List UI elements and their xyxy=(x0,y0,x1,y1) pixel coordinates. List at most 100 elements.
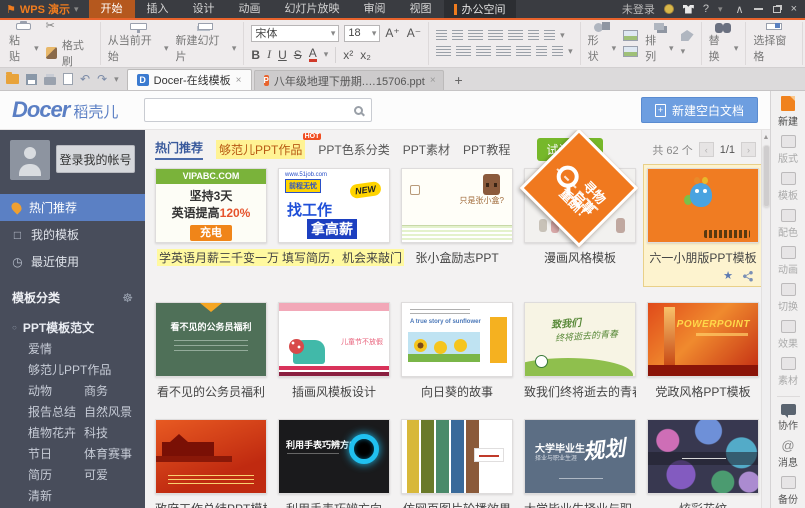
category-item[interactable]: 爱情 xyxy=(28,339,141,360)
template-card[interactable]: 利用手表巧辨方向 利用手表巧辨方向 xyxy=(278,419,390,508)
tab-presentation[interactable]: P 八年级地理下册期.…15706.ppt × xyxy=(254,70,444,90)
category-item[interactable]: 动物 xyxy=(28,381,84,402)
category-item[interactable]: 商务 xyxy=(84,381,140,402)
template-thumbnail[interactable] xyxy=(647,168,759,243)
scrollbar-thumb[interactable] xyxy=(763,145,770,207)
category-item[interactable]: 报告总结 xyxy=(28,402,84,423)
sidebar-item-my-templates[interactable]: □ 我的模板 xyxy=(0,221,145,248)
recharge-button[interactable]: 充电 xyxy=(190,225,232,241)
rightbar-item-template[interactable]: 模板 xyxy=(771,172,805,202)
scroll-up-icon[interactable]: ▲ xyxy=(762,130,770,144)
columns-icon[interactable] xyxy=(528,30,539,41)
filter-tab-tutorial[interactable]: PPT教程 xyxy=(463,141,510,158)
template-thumbnail[interactable] xyxy=(401,419,513,494)
selection-pane-button[interactable]: 选择窗格 xyxy=(753,23,795,64)
template-thumbnail[interactable]: 看不见的公务员福利 xyxy=(155,302,267,377)
rightbar-item-material[interactable]: 素材 xyxy=(771,357,805,387)
menu-view[interactable]: 视图 xyxy=(398,0,444,18)
shapes-button[interactable]: 形状▾ xyxy=(588,23,616,64)
rightbar-item-layout[interactable]: 版式 xyxy=(771,135,805,165)
close-icon[interactable]: × xyxy=(791,3,797,15)
subscript-button[interactable]: x₂ xyxy=(360,48,371,62)
bullet-list-icon[interactable] xyxy=(436,30,447,41)
font-name-select[interactable]: 宋体▾ xyxy=(251,25,339,42)
align-left-icon[interactable] xyxy=(436,46,451,57)
quickbar-dropdown-icon[interactable]: ▾ xyxy=(114,74,119,85)
underline-button[interactable]: U xyxy=(278,48,287,62)
new-slide-button[interactable]: 新建幻灯片▾ xyxy=(176,23,237,64)
menu-slideshow[interactable]: 幻灯片放映 xyxy=(273,0,352,18)
app-logo[interactable]: ⚑ WPS 演示 ▾ xyxy=(0,1,89,17)
save-icon[interactable] xyxy=(26,74,37,85)
rightbar-item-collaborate[interactable]: 协作 xyxy=(771,404,805,432)
template-thumbnail[interactable]: 大学毕业生 择业与职业生涯 规划 xyxy=(524,419,636,494)
strikethrough-button[interactable]: S xyxy=(294,48,302,62)
rightbar-item-effect[interactable]: 效果 xyxy=(771,320,805,350)
rightbar-item-transition[interactable]: 切换 xyxy=(771,283,805,313)
template-card[interactable]: 大学毕业生 择业与职业生涯 规划 大学毕业生择业与职… xyxy=(524,419,636,508)
template-card[interactable]: 儿童节不放假 插画风模板设计 xyxy=(278,302,390,400)
superscript-button[interactable]: x² xyxy=(343,48,353,62)
lucky-button[interactable]: 试试手气 xyxy=(537,138,603,161)
category-item[interactable]: 节日 xyxy=(28,444,84,465)
category-item[interactable]: 植物花卉 xyxy=(28,423,84,444)
rightbar-item-backup[interactable]: 备份 xyxy=(771,476,805,506)
print-preview-icon[interactable] xyxy=(63,73,73,85)
align-right-icon[interactable] xyxy=(476,46,491,57)
template-card[interactable]: VIPABC.COM 坚持3天 英语提高120% 充电 学英语月薪三千变一万 xyxy=(155,168,267,283)
skin-theme-icon[interactable] xyxy=(683,5,694,14)
print-icon[interactable] xyxy=(44,77,56,85)
template-card[interactable]: 政府工作总结PPT模板 xyxy=(155,419,267,508)
filter-tab-colors[interactable]: PPT色系分类 xyxy=(318,141,389,158)
menu-workspace[interactable]: 办公空间 xyxy=(444,0,516,18)
font-color-button[interactable]: A xyxy=(309,48,317,62)
gear-icon[interactable]: ☸ xyxy=(122,291,133,305)
fill-color-icon[interactable] xyxy=(681,30,694,41)
search-icon[interactable] xyxy=(354,106,363,115)
scrollbar[interactable]: ▲ xyxy=(761,130,770,508)
menu-home[interactable]: 开始 xyxy=(89,0,135,18)
template-card[interactable]: 漫画风格模板 xyxy=(524,168,636,283)
undo-icon[interactable]: ↶ xyxy=(80,72,90,86)
font-size-select[interactable]: 18▾ xyxy=(344,25,380,42)
increase-font-button[interactable]: A⁺ xyxy=(385,26,399,40)
play-from-current-button[interactable]: 从当前开始▾ xyxy=(108,23,169,64)
template-thumbnail[interactable]: 致我们 终将逝去的青春 xyxy=(524,302,636,377)
category-item[interactable]: 清新 xyxy=(28,486,141,507)
template-thumbnail[interactable]: 儿童节不放假 xyxy=(278,302,390,377)
new-blank-doc-button[interactable]: + 新建空白文档 xyxy=(641,97,758,123)
decrease-font-button[interactable]: A⁻ xyxy=(407,26,421,40)
template-card[interactable]: 只是张小盒? 张小盒励志PPT xyxy=(401,168,513,283)
template-thumbnail[interactable] xyxy=(647,419,759,494)
help-icon[interactable]: ? xyxy=(703,3,709,15)
justify-icon[interactable] xyxy=(496,46,511,57)
coin-icon[interactable] xyxy=(664,4,674,14)
indent-left-icon[interactable] xyxy=(536,46,547,57)
category-item[interactable]: 自然风景 xyxy=(84,402,140,423)
template-card[interactable]: A true story of sunflower 向日葵的故事 xyxy=(401,302,513,400)
find-replace-button[interactable]: 替换▾ xyxy=(709,23,739,64)
rightbar-item-animation[interactable]: 动画 xyxy=(771,246,805,276)
decrease-indent-icon[interactable] xyxy=(468,30,483,41)
category-item[interactable]: 可爱 xyxy=(84,465,140,486)
align-center-icon[interactable] xyxy=(456,46,471,57)
menu-design[interactable]: 设计 xyxy=(181,0,227,18)
template-thumbnail[interactable] xyxy=(524,168,636,243)
login-status[interactable]: 未登录 xyxy=(622,1,655,17)
text-direction-icon[interactable] xyxy=(544,30,555,41)
template-thumbnail[interactable] xyxy=(155,419,267,494)
search-input[interactable] xyxy=(145,100,354,120)
open-file-icon[interactable] xyxy=(6,74,19,84)
next-page-button[interactable]: › xyxy=(741,142,756,157)
filter-tab-goufaner[interactable]: 够范儿PPT作品HOT xyxy=(216,140,305,159)
sidebar-item-recent[interactable]: ◷ 最近使用 xyxy=(0,248,145,275)
prev-page-button[interactable]: ‹ xyxy=(699,142,714,157)
menu-insert[interactable]: 插入 xyxy=(135,0,181,18)
rightbar-item-colors[interactable]: 配色 xyxy=(771,209,805,239)
content-box-icon[interactable] xyxy=(623,46,638,57)
distribute-icon[interactable] xyxy=(516,46,531,57)
category-item[interactable]: 够范儿PPT作品 xyxy=(28,360,141,381)
collapse-ribbon-icon[interactable]: ∧ xyxy=(736,3,744,16)
redo-icon[interactable]: ↷ xyxy=(97,72,107,86)
menu-animation[interactable]: 动画 xyxy=(227,0,273,18)
